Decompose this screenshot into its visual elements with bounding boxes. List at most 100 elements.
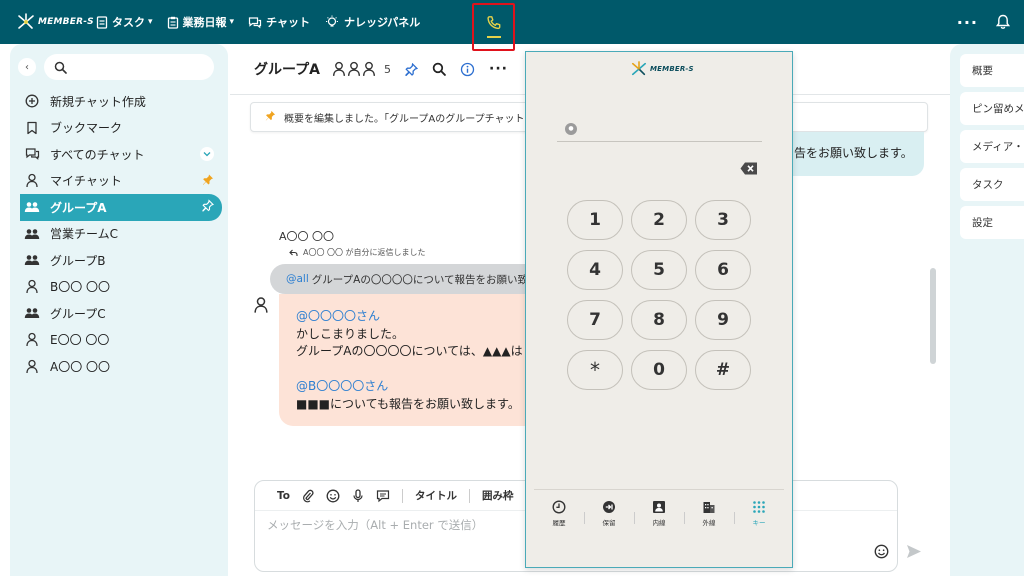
key-9[interactable]: 9 <box>695 300 751 340</box>
logo-text: MEMBER-S <box>38 17 94 27</box>
logo-mark-icon <box>631 61 647 76</box>
ellipsis-icon[interactable]: ··· <box>489 61 508 77</box>
sidebar-item-group-b[interactable]: グループB <box>10 247 228 274</box>
rightbar-item-overview[interactable]: 概要 <box>960 54 1024 87</box>
nav-knowledge-panel-label: ナレッジパネル <box>343 16 421 29</box>
attachment-icon[interactable] <box>302 489 314 503</box>
chat-scrollbar[interactable] <box>930 268 936 364</box>
sidebar-item-label: E〇〇 〇〇 <box>50 333 110 348</box>
key-star[interactable]: * <box>567 350 623 390</box>
info-icon[interactable] <box>460 62 475 77</box>
chevron-down-icon: ▾ <box>229 17 235 27</box>
dialer-logo: MEMBER-S <box>630 61 694 77</box>
frame-button[interactable]: 囲み枠 <box>482 488 514 503</box>
incoming-message-bubble: @〇〇〇〇さん かしこまりました。 グループAの〇〇〇〇については、▲▲▲は @… <box>279 294 530 426</box>
sidebar-item-user-b[interactable]: B〇〇 〇〇 <box>10 274 228 301</box>
sidebar-item-user-a[interactable]: A〇〇 〇〇 <box>10 353 228 380</box>
building-icon <box>703 502 715 513</box>
quoted-message[interactable]: @all グループAの〇〇〇〇について報告をお願い致 <box>270 264 530 294</box>
group-icon <box>24 308 40 319</box>
member-count: 5 <box>384 62 391 76</box>
tab-label: 履歴 <box>552 519 566 527</box>
chevron-left-icon: ‹ <box>25 61 29 73</box>
dialer-logo-text: MEMBER-S <box>650 65 694 73</box>
rightbar-item-media[interactable]: メディア・ <box>960 130 1024 163</box>
person-icon <box>362 61 376 76</box>
key-3[interactable]: 3 <box>695 200 751 240</box>
nav-daily-report[interactable]: 業務日報 ▾ <box>167 0 235 44</box>
key-6[interactable]: 6 <box>695 250 751 290</box>
sidebar-item-user-e[interactable]: E〇〇 〇〇 <box>10 327 228 354</box>
tab-extension[interactable]: 内線 <box>639 500 685 527</box>
rightbar-item-settings[interactable]: 設定 <box>960 206 1024 239</box>
backspace-icon[interactable] <box>740 160 758 179</box>
pin-icon[interactable] <box>405 62 418 76</box>
sidebar-item-label: マイチャット <box>50 174 122 189</box>
chevron-down-icon: ▾ <box>148 17 153 27</box>
member-avatars[interactable] <box>332 61 376 77</box>
pin-icon[interactable] <box>202 199 215 215</box>
nav-chat[interactable]: チャット <box>248 0 310 44</box>
chevron-down-icon[interactable] <box>200 147 214 162</box>
mention[interactable]: @all <box>286 273 309 285</box>
nav-knowledge-panel[interactable]: ナレッジパネル <box>324 0 420 44</box>
key-4[interactable]: 4 <box>567 250 623 290</box>
sidebar-item-new-chat[interactable]: 新規チャット作成 <box>10 88 228 115</box>
key-hash[interactable]: # <box>695 350 751 390</box>
tab-history[interactable]: 履歴 <box>539 500 585 527</box>
sidebar-item-group-c[interactable]: グループC <box>10 300 228 327</box>
input-status-icon: ● <box>565 122 577 135</box>
emoji-icon[interactable] <box>874 544 889 563</box>
key-1[interactable]: 1 <box>567 200 623 240</box>
dialer-tabs: 履歴 保留 内線 外線 キー <box>534 489 784 535</box>
search-icon[interactable] <box>432 62 446 76</box>
sidebar-item-label: 営業チームC <box>50 227 119 242</box>
hold-icon <box>603 501 615 513</box>
pin-icon <box>265 110 276 124</box>
rightbar-item-task[interactable]: タスク <box>960 168 1024 201</box>
key-5[interactable]: 5 <box>631 250 687 290</box>
avatar[interactable] <box>254 296 268 318</box>
send-icon[interactable] <box>906 544 922 563</box>
rightbar-item-pinned[interactable]: ピン留めメ <box>960 92 1024 125</box>
app-logo[interactable]: MEMBER-S <box>16 13 96 31</box>
ellipsis-icon[interactable]: ··· <box>957 13 978 32</box>
chat-bubbles-icon <box>248 16 262 28</box>
reply-note: A〇〇 〇〇 が自分に返信しました <box>289 247 426 258</box>
message-input[interactable]: メッセージを入力（Alt + Enter で送信） <box>267 517 483 533</box>
sidebar-item-bookmark[interactable]: ブックマーク <box>10 115 228 142</box>
dial-number-input[interactable]: ● <box>557 116 762 142</box>
comment-icon[interactable] <box>376 489 390 503</box>
sidebar-search-input[interactable] <box>44 54 214 80</box>
message-line[interactable]: @B〇〇〇〇さん <box>296 378 530 396</box>
main-nav: タスク ▾ 業務日報 ▾ チャット ナレッジパネル <box>96 0 434 44</box>
tab-hold[interactable]: 保留 <box>589 500 635 527</box>
collapse-sidebar-button[interactable]: ‹ <box>18 58 36 76</box>
nav-task[interactable]: タスク ▾ <box>96 0 153 44</box>
group-icon <box>24 202 40 213</box>
bell-icon[interactable] <box>996 14 1010 30</box>
tab-label: 外線 <box>702 519 716 527</box>
person-icon <box>26 280 38 294</box>
key-8[interactable]: 8 <box>631 300 687 340</box>
sidebar-item-group-a[interactable]: グループA <box>20 194 222 221</box>
key-0[interactable]: 0 <box>631 350 687 390</box>
tab-external[interactable]: 外線 <box>689 500 735 527</box>
sidebar-item-all-chats[interactable]: すべてのチャット <box>10 141 228 168</box>
pin-icon[interactable] <box>202 173 214 188</box>
key-2[interactable]: 2 <box>631 200 687 240</box>
message-line <box>296 361 530 379</box>
sidebar-item-my-chat[interactable]: マイチャット <box>10 168 228 195</box>
message-line[interactable]: @〇〇〇〇さん <box>296 308 530 326</box>
heading-button[interactable]: タイトル <box>415 488 457 503</box>
microphone-icon[interactable] <box>352 488 364 503</box>
tab-keypad[interactable]: キー <box>739 500 779 527</box>
emoji-icon[interactable] <box>326 489 340 503</box>
key-7[interactable]: 7 <box>567 300 623 340</box>
sidebar-list: 新規チャット作成 ブックマーク すべてのチャット マイチャット グループA 営業… <box>10 88 228 380</box>
keypad-icon <box>753 501 765 513</box>
right-sidebar: 概要 ピン留めメ メディア・ タスク 設定 <box>950 44 1024 576</box>
toolbar-divider <box>401 488 403 503</box>
to-button[interactable]: To <box>277 490 290 502</box>
sidebar-item-sales-team-c[interactable]: 営業チームC <box>10 221 228 248</box>
